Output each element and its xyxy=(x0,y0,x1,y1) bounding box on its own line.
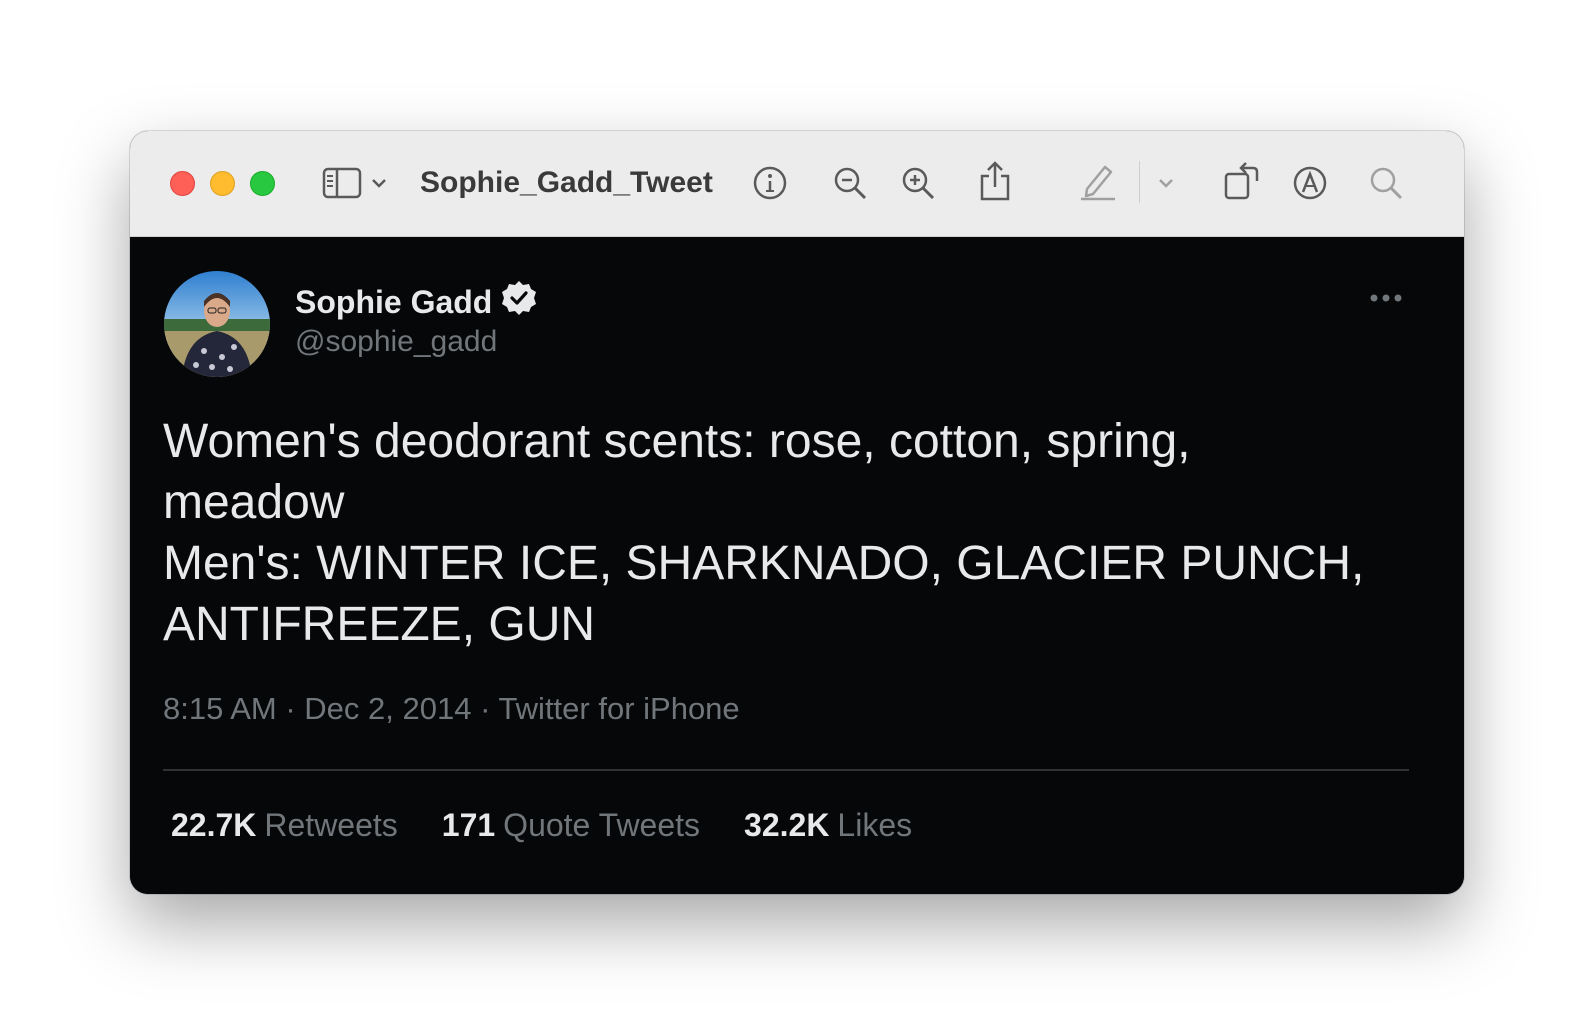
toolbar-divider xyxy=(1139,161,1140,203)
author-name[interactable]: Sophie Gadd xyxy=(295,284,492,321)
rotate-icon[interactable] xyxy=(1220,157,1264,203)
search-icon[interactable] xyxy=(1366,163,1406,203)
tweet-text: Women's deodorant scents: rose, cotton, … xyxy=(163,411,1423,655)
markup-circle-icon[interactable] xyxy=(1290,163,1330,203)
tweet-text-line: Women's deodorant scents: rose, cotton, … xyxy=(163,415,1191,468)
chevron-down-icon[interactable] xyxy=(1157,173,1175,193)
minimize-window-button[interactable] xyxy=(210,171,235,196)
tweet-text-line: Men's: WINTER ICE, SHARKNADO, GLACIER PU… xyxy=(163,537,1365,590)
tweet-card: Sophie Gadd @sophie_gadd Women's deodora… xyxy=(130,237,1464,894)
preview-window: Sophie_Gadd_Tweet Sophie Gadd @sophie_ga… xyxy=(130,131,1464,894)
sidebar-icon[interactable] xyxy=(322,163,362,203)
document-title: Sophie_Gadd_Tweet xyxy=(420,166,713,199)
divider xyxy=(163,769,1409,771)
zoom-out-icon[interactable] xyxy=(830,163,870,203)
share-icon[interactable] xyxy=(975,159,1015,203)
more-options-icon[interactable] xyxy=(1368,283,1408,313)
close-window-button[interactable] xyxy=(170,171,195,196)
quote-tweets-count: 171 xyxy=(441,807,496,843)
tweet-text-line: meadow xyxy=(163,476,345,529)
info-icon[interactable] xyxy=(750,163,790,203)
markup-pen-icon[interactable] xyxy=(1078,159,1118,203)
likes-label: Likes xyxy=(837,807,913,843)
quote-tweets-label: Quote Tweets xyxy=(503,807,701,843)
author-name-row[interactable]: Sophie Gadd xyxy=(295,279,538,325)
retweets-label: Retweets xyxy=(264,807,398,843)
zoom-in-icon[interactable] xyxy=(898,163,938,203)
likes-stat[interactable]: 32.2K Likes xyxy=(744,807,912,844)
quote-tweets-stat[interactable]: 171 Quote Tweets xyxy=(442,807,700,844)
tweet-timestamp[interactable]: 8:15 AM · Dec 2, 2014 · Twitter for iPho… xyxy=(163,691,740,727)
retweets-stat[interactable]: 22.7K Retweets xyxy=(171,807,398,844)
author-handle[interactable]: @sophie_gadd xyxy=(295,325,497,359)
title-bar: Sophie_Gadd_Tweet xyxy=(130,131,1464,237)
tweet-text-line: ANTIFREEZE, GUN xyxy=(163,598,596,651)
chevron-down-icon[interactable] xyxy=(370,173,388,193)
zoom-window-button[interactable] xyxy=(250,171,275,196)
avatar[interactable] xyxy=(164,271,270,377)
retweets-count: 22.7K xyxy=(171,807,257,843)
verified-badge-icon xyxy=(500,279,538,325)
tweet-stats: 22.7K Retweets 171 Quote Tweets 32.2K Likes xyxy=(171,807,912,844)
likes-count: 32.2K xyxy=(744,807,830,843)
